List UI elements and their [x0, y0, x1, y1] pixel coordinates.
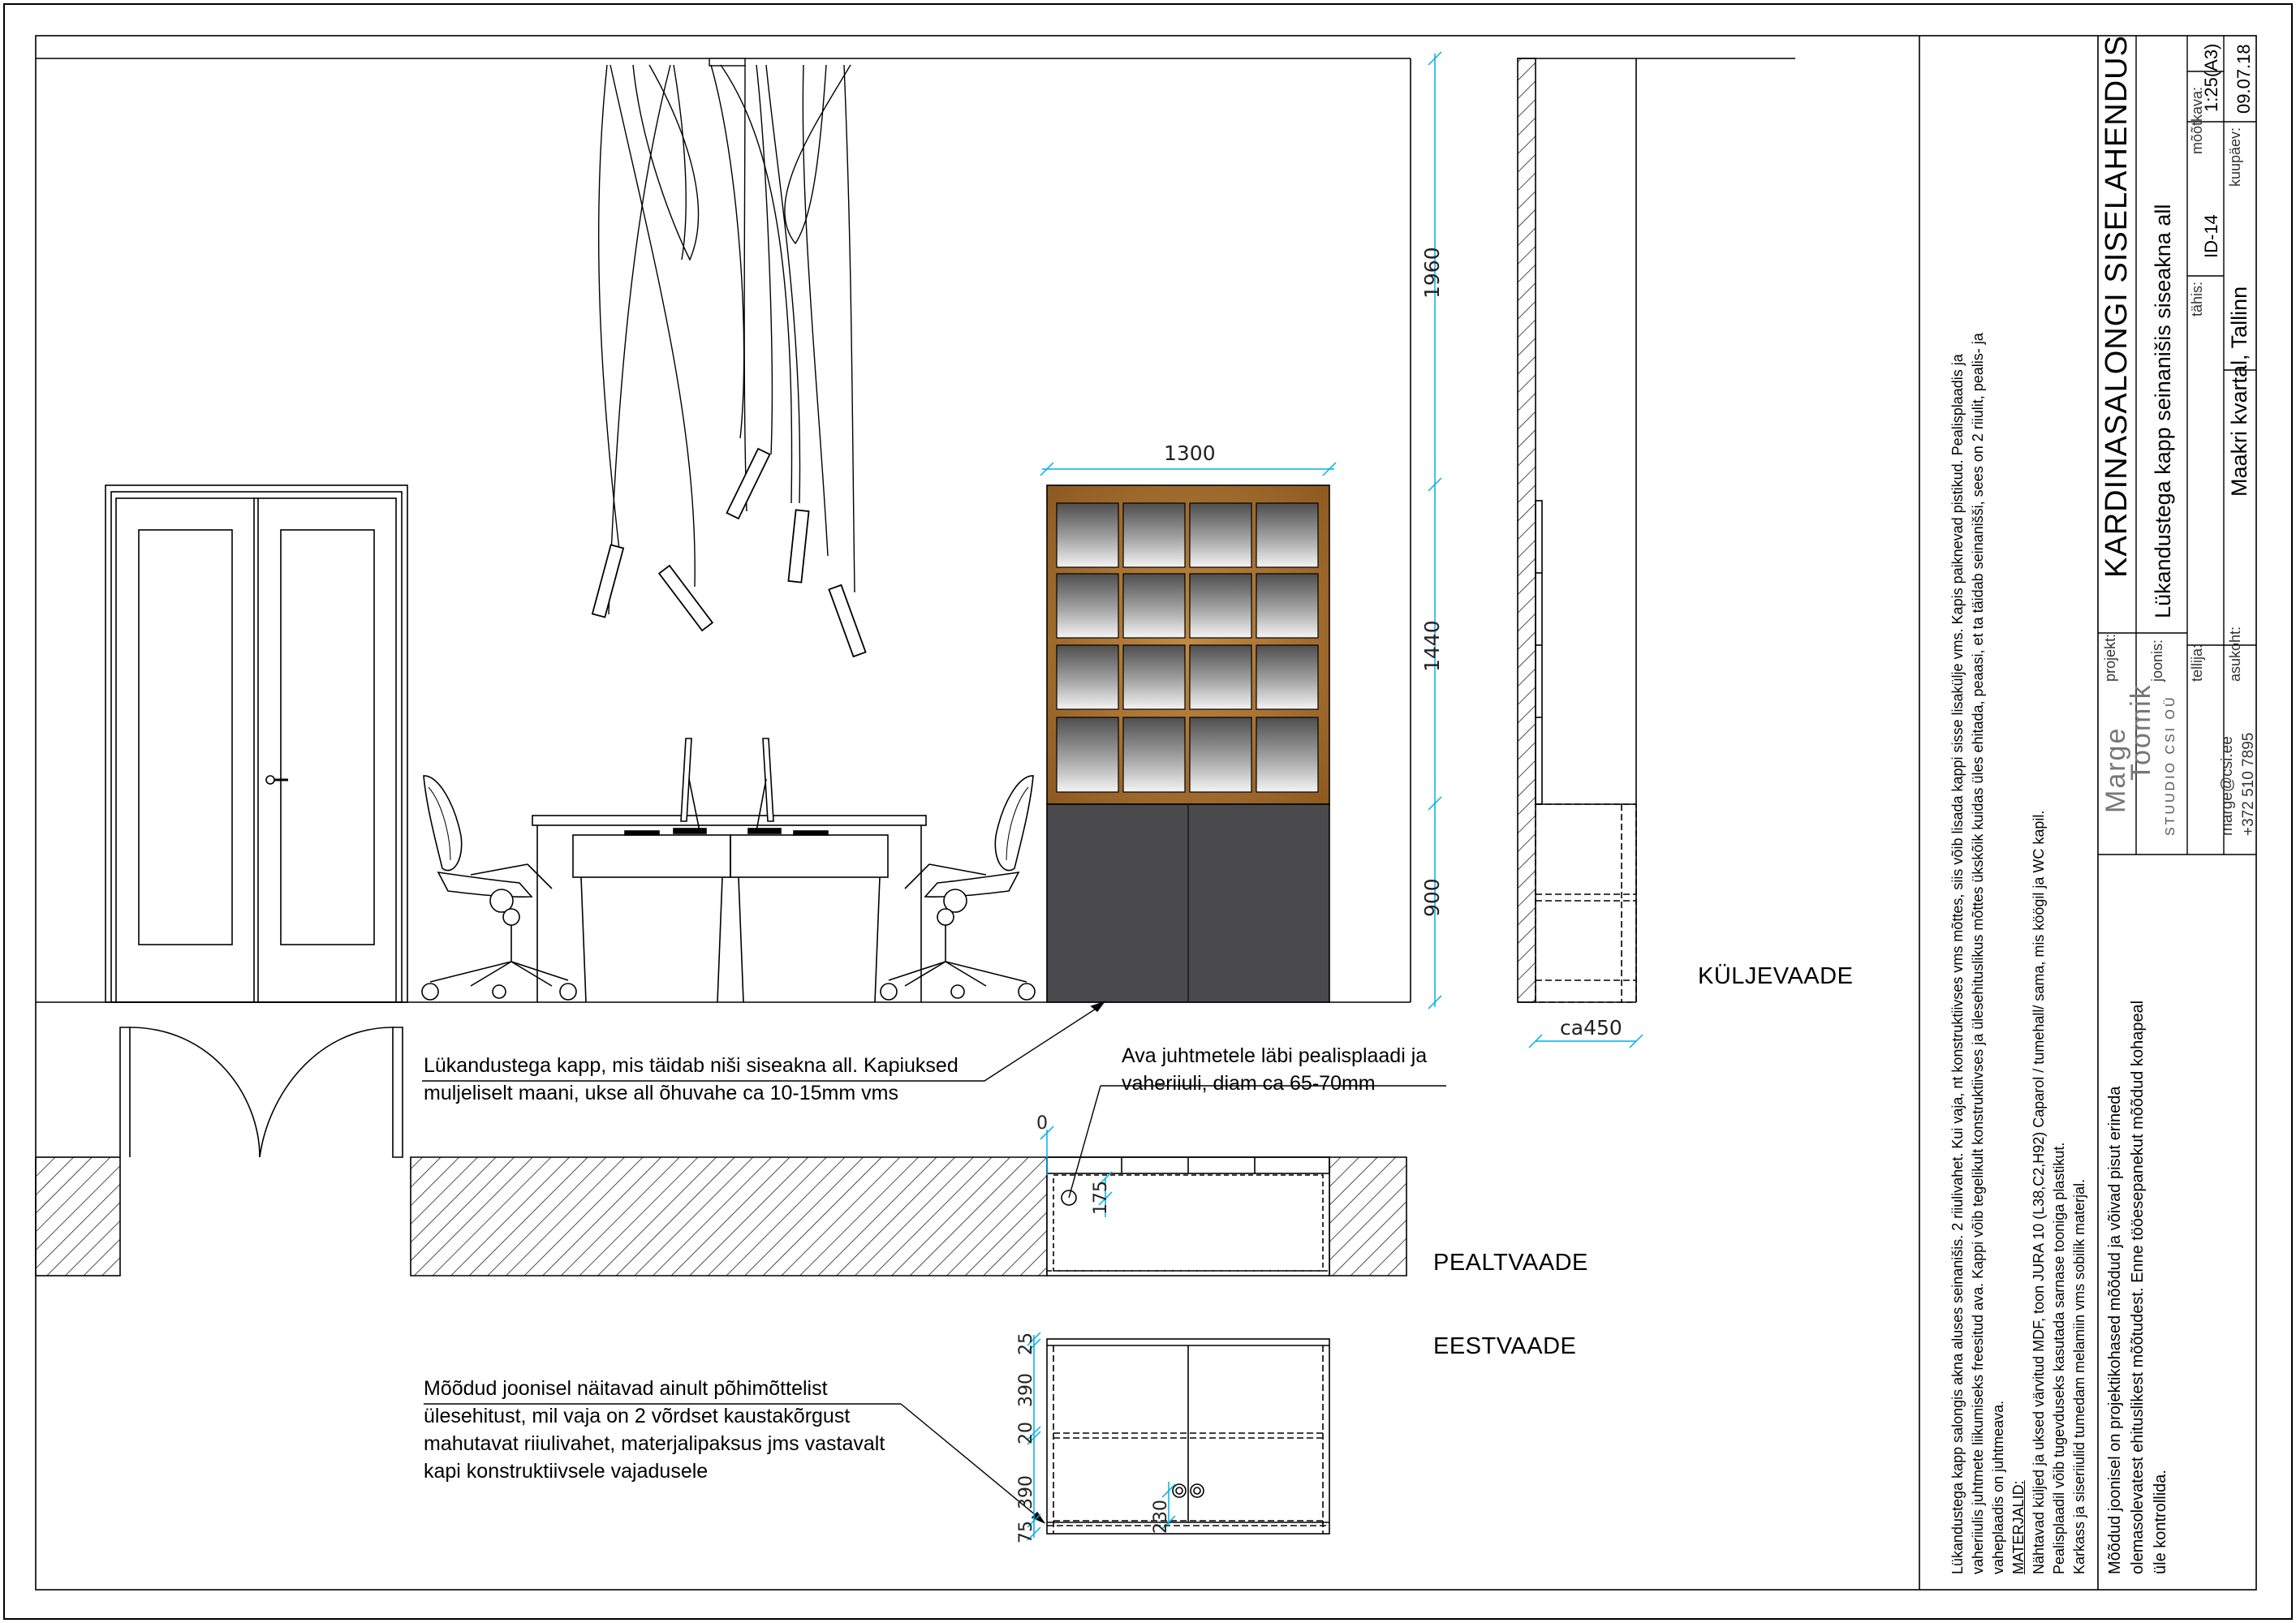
monitor-right	[747, 738, 782, 834]
dim-front-390b: 390	[1016, 1475, 1036, 1509]
callout-cabinet: Lükandustega kapp, mis täidab niši sisea…	[424, 1052, 958, 1107]
double-door	[105, 484, 408, 1003]
dim-front-230: 230	[1151, 1500, 1171, 1534]
date-value: 09.07.18	[2234, 44, 2254, 114]
description-line-4: MATERJALID:	[2010, 1480, 2027, 1574]
description-line-6: Pealisplaadil võib tugevduseks kasutada …	[2051, 1142, 2067, 1574]
dim-front-390a: 390	[1016, 1373, 1036, 1407]
disclaimer-line-2: olemasolevatest ehituslikest mõõtudest. …	[2129, 1000, 2147, 1574]
cabinet-elevation	[1046, 484, 1330, 1003]
desk	[532, 815, 927, 1003]
view-title-front: EESTVAADE	[1433, 1333, 1577, 1359]
dim-upper-height: 1440	[1420, 620, 1444, 672]
studio-name: STUUDIO CSI OÜ	[2164, 695, 2178, 836]
dimensions-note-line-1: Mõõdud joonisel näitavad ainult põhimõtt…	[424, 1377, 828, 1400]
label-tahis: tähis:	[2189, 281, 2205, 316]
dim-front-75: 75	[1016, 1521, 1036, 1543]
description-line-3: vaheplaadis on juhtmeava.	[1990, 1400, 2006, 1574]
logo: Marge Toomik STUUDIO CSI OÜ	[2100, 683, 2178, 836]
description-line-1: Lükandustega kapp salongis akna aluses s…	[1949, 354, 1966, 1574]
contact-phone: +372 510 7895	[2240, 732, 2257, 836]
contact-email: marge@csi.ee	[2219, 736, 2236, 836]
office-chair-right	[880, 775, 1036, 1001]
contact-block: marge@csi.ee +372 510 7895	[2217, 733, 2259, 836]
callout-cabinet-line-2: muljeliselt maani, ukse all õhuvahe ca 1…	[424, 1082, 898, 1104]
project-title: KARDINASALONGI SISELAHENDUS	[2100, 35, 2134, 578]
dim-front-25: 25	[1016, 1332, 1036, 1355]
elevation-view	[36, 58, 1411, 1082]
drawing-title: Lükandustega kapp seinanišis siseakna al…	[2151, 204, 2175, 618]
label-kuupaev: kuupäev:	[2227, 127, 2243, 187]
disclaimer-line-1: Mõõdud joonisel on projektikohased mõõdu…	[2106, 1086, 2124, 1574]
dim-total-height: 1960	[1420, 247, 1444, 299]
monitor-left	[673, 738, 707, 834]
office-chair-left	[421, 775, 577, 1001]
callout-hole: Ava juhtmetele läbi pealisplaadi ja vahe…	[1122, 1042, 1427, 1097]
dimensions-note-line-3: mahutavat riiulivahet, materjalipaksus j…	[424, 1432, 885, 1455]
dim-base-height: 900	[1420, 878, 1444, 917]
dim-cabinet-width: 1300	[1164, 441, 1216, 465]
callout-hole-line-1: Ava juhtmetele läbi pealisplaadi ja	[1122, 1044, 1428, 1067]
disclaimer-line-3: üle kontrollida.	[2152, 1470, 2169, 1574]
label-projekt: projekt:	[2102, 633, 2118, 682]
dim-top-hole: 175	[1091, 1181, 1111, 1215]
description-line-5: Nähtavad küljed ja uksed värvitud MDF, t…	[2031, 810, 2047, 1574]
label-asukoht: asukoht:	[2227, 626, 2243, 682]
callout-hole-line-2: vaheriiuli, diam ca 65-70mm	[1122, 1072, 1376, 1095]
description-block: Lükandustega kapp salongis akna aluses s…	[1948, 333, 2090, 1574]
callout-cabinet-line-1: Lükandustega kapp, mis täidab niši sisea…	[424, 1054, 958, 1077]
side-view	[1517, 58, 1795, 1003]
dim-top-zero: 0	[1036, 1113, 1048, 1134]
view-title-top: PEALTVAADE	[1433, 1250, 1588, 1276]
scale-value: 1:25(A3)	[2201, 43, 2221, 112]
disclaimer-block: Mõõdud joonisel on projektikohased mõõdu…	[2104, 1001, 2172, 1574]
description-line-7: Karkass ja siseriiulid tumedam melamiin …	[2071, 1178, 2087, 1574]
callout-dimensions-note: Mõõdud joonisel näitavad ainult põhimõtt…	[424, 1375, 885, 1485]
dim-front-20: 20	[1016, 1422, 1036, 1444]
label-tellija: tellija:	[2189, 644, 2205, 682]
dim-side-depth: ca450	[1560, 1016, 1622, 1040]
description-line-2: vaheriiulis juhtmete liikumiseks freesit…	[1970, 333, 1986, 1574]
view-title-side: KÜLJEVAADE	[1698, 963, 1854, 989]
location-value: Maakri kvartal, Tallinn	[2227, 286, 2251, 497]
dimensions-note-line-2: ülesehitust, mil vaja on 2 võrdset kaust…	[424, 1405, 851, 1427]
label-joonis: joonis:	[2149, 639, 2165, 682]
pendant-lamp	[591, 58, 867, 658]
dimensions-note-line-4: kapi konstruktiivsele vajadusele	[424, 1460, 709, 1483]
drawing-id: ID-14	[2201, 214, 2221, 258]
